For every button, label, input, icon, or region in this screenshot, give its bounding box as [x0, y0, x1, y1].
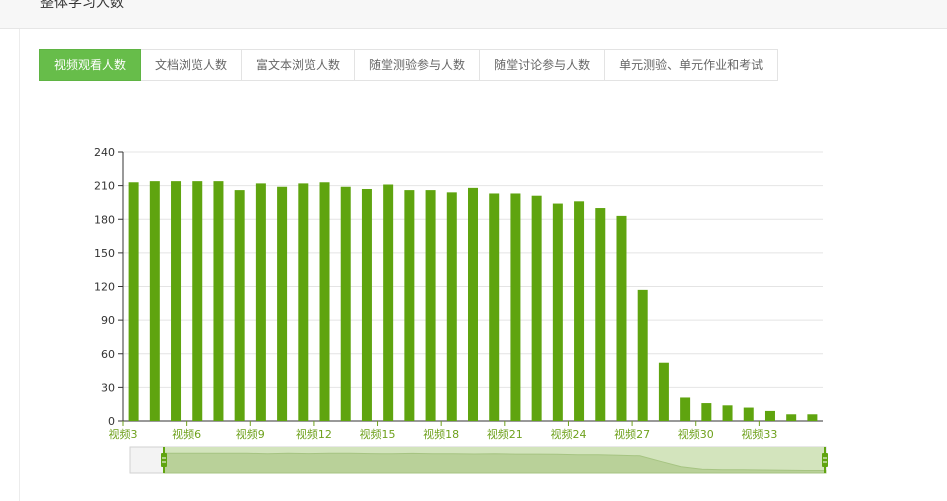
x-tick-label: 视频15	[360, 427, 396, 441]
bar	[531, 195, 542, 421]
bar	[234, 190, 245, 421]
y-tick-label: 210	[94, 180, 115, 193]
bar	[255, 183, 266, 421]
datazoom-grip-left[interactable]	[161, 453, 167, 467]
y-tick-label: 60	[101, 348, 115, 361]
bar	[616, 215, 627, 421]
bar	[128, 182, 139, 421]
y-tick-label: 30	[101, 381, 115, 394]
y-tick-label: 90	[101, 314, 115, 327]
bar	[658, 362, 669, 421]
x-tick-label: 视频18	[423, 427, 459, 441]
bar	[404, 190, 415, 421]
x-tick-label: 视频30	[678, 427, 714, 441]
bar	[192, 181, 203, 421]
y-tick-label: 150	[94, 247, 115, 260]
bar	[298, 183, 309, 421]
x-tick-label: 视频6	[172, 427, 201, 441]
bar	[595, 208, 606, 421]
y-tick-label: 180	[94, 213, 115, 226]
bar	[213, 181, 224, 421]
x-tick-label: 视频27	[614, 427, 650, 441]
bar	[574, 201, 585, 421]
bar	[489, 193, 500, 421]
bar	[637, 289, 648, 421]
y-tick-label: 0	[108, 415, 115, 428]
bar	[319, 182, 330, 421]
x-tick-label: 视频24	[550, 427, 586, 441]
bar	[446, 192, 457, 421]
bar	[149, 181, 160, 421]
bar	[764, 410, 775, 421]
y-tick-label: 120	[94, 281, 115, 294]
bar	[680, 397, 691, 421]
bar	[786, 414, 797, 421]
bar	[722, 405, 733, 421]
x-tick-label: 视频9	[236, 427, 265, 441]
bar	[171, 181, 182, 421]
bar	[340, 186, 351, 421]
bar	[701, 403, 712, 421]
bar	[552, 203, 563, 421]
bar	[510, 193, 521, 421]
x-tick-label: 视频12	[296, 427, 332, 441]
bar	[361, 188, 372, 421]
bar	[383, 184, 394, 421]
x-tick-label: 视频33	[741, 427, 777, 441]
x-tick-label: 视频21	[487, 427, 523, 441]
bar	[807, 414, 818, 421]
bar	[277, 186, 288, 421]
bar-chart: 0 30 60 90 120 150 180 210 240 视频3 视频6 视频9 视频12 视频15 视…	[94, 146, 828, 474]
bar	[743, 407, 754, 421]
bar	[425, 190, 436, 421]
bar	[468, 187, 478, 421]
datazoom-grip-right[interactable]	[822, 453, 828, 467]
x-tick-label: 视频3	[109, 427, 138, 441]
y-tick-label: 240	[94, 146, 115, 159]
